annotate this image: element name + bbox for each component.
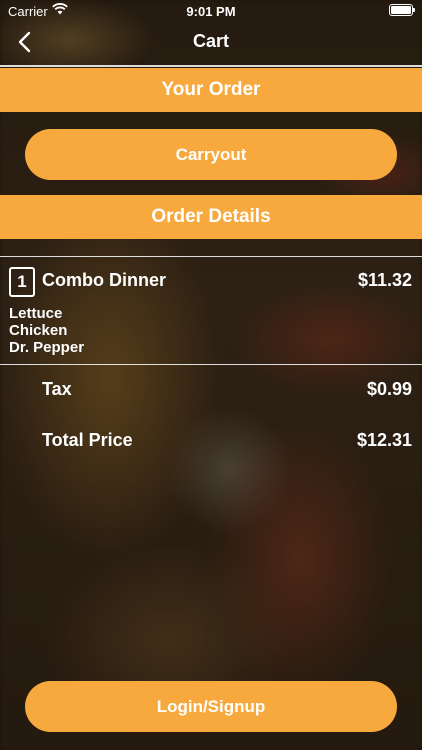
divider <box>0 256 422 257</box>
order-details-header: Order Details <box>0 195 422 239</box>
total-price-value: $12.31 <box>356 430 412 450</box>
nav-divider <box>0 65 422 67</box>
item-quantity-badge: 1 <box>9 267 35 297</box>
page-title: Cart <box>192 31 229 51</box>
status-bar: Carrier 9:01 PM <box>0 0 422 22</box>
total-price-label: Total Price <box>42 430 133 450</box>
your-order-header: Your Order <box>0 68 422 112</box>
modifier: Lettuce <box>9 305 63 322</box>
modifier: Chicken <box>9 322 68 339</box>
item-price: $11.32 <box>357 270 412 290</box>
carryout-button[interactable]: Carryout <box>25 129 397 180</box>
item-name: Combo Dinner <box>42 270 166 290</box>
battery-fill <box>391 6 411 14</box>
navigation-bar: Cart <box>0 22 422 62</box>
battery-icon <box>389 4 415 16</box>
clock: 9:01 PM <box>186 4 236 19</box>
divider <box>0 364 422 365</box>
modifier: Dr. Pepper <box>9 339 85 356</box>
login-signup-button[interactable]: Login/Signup <box>25 681 397 732</box>
tax-label: Tax <box>42 379 72 399</box>
item-modifiers: Lettuce Chicken Dr. Pepper <box>9 305 84 356</box>
tax-value: $0.99 <box>366 379 412 399</box>
